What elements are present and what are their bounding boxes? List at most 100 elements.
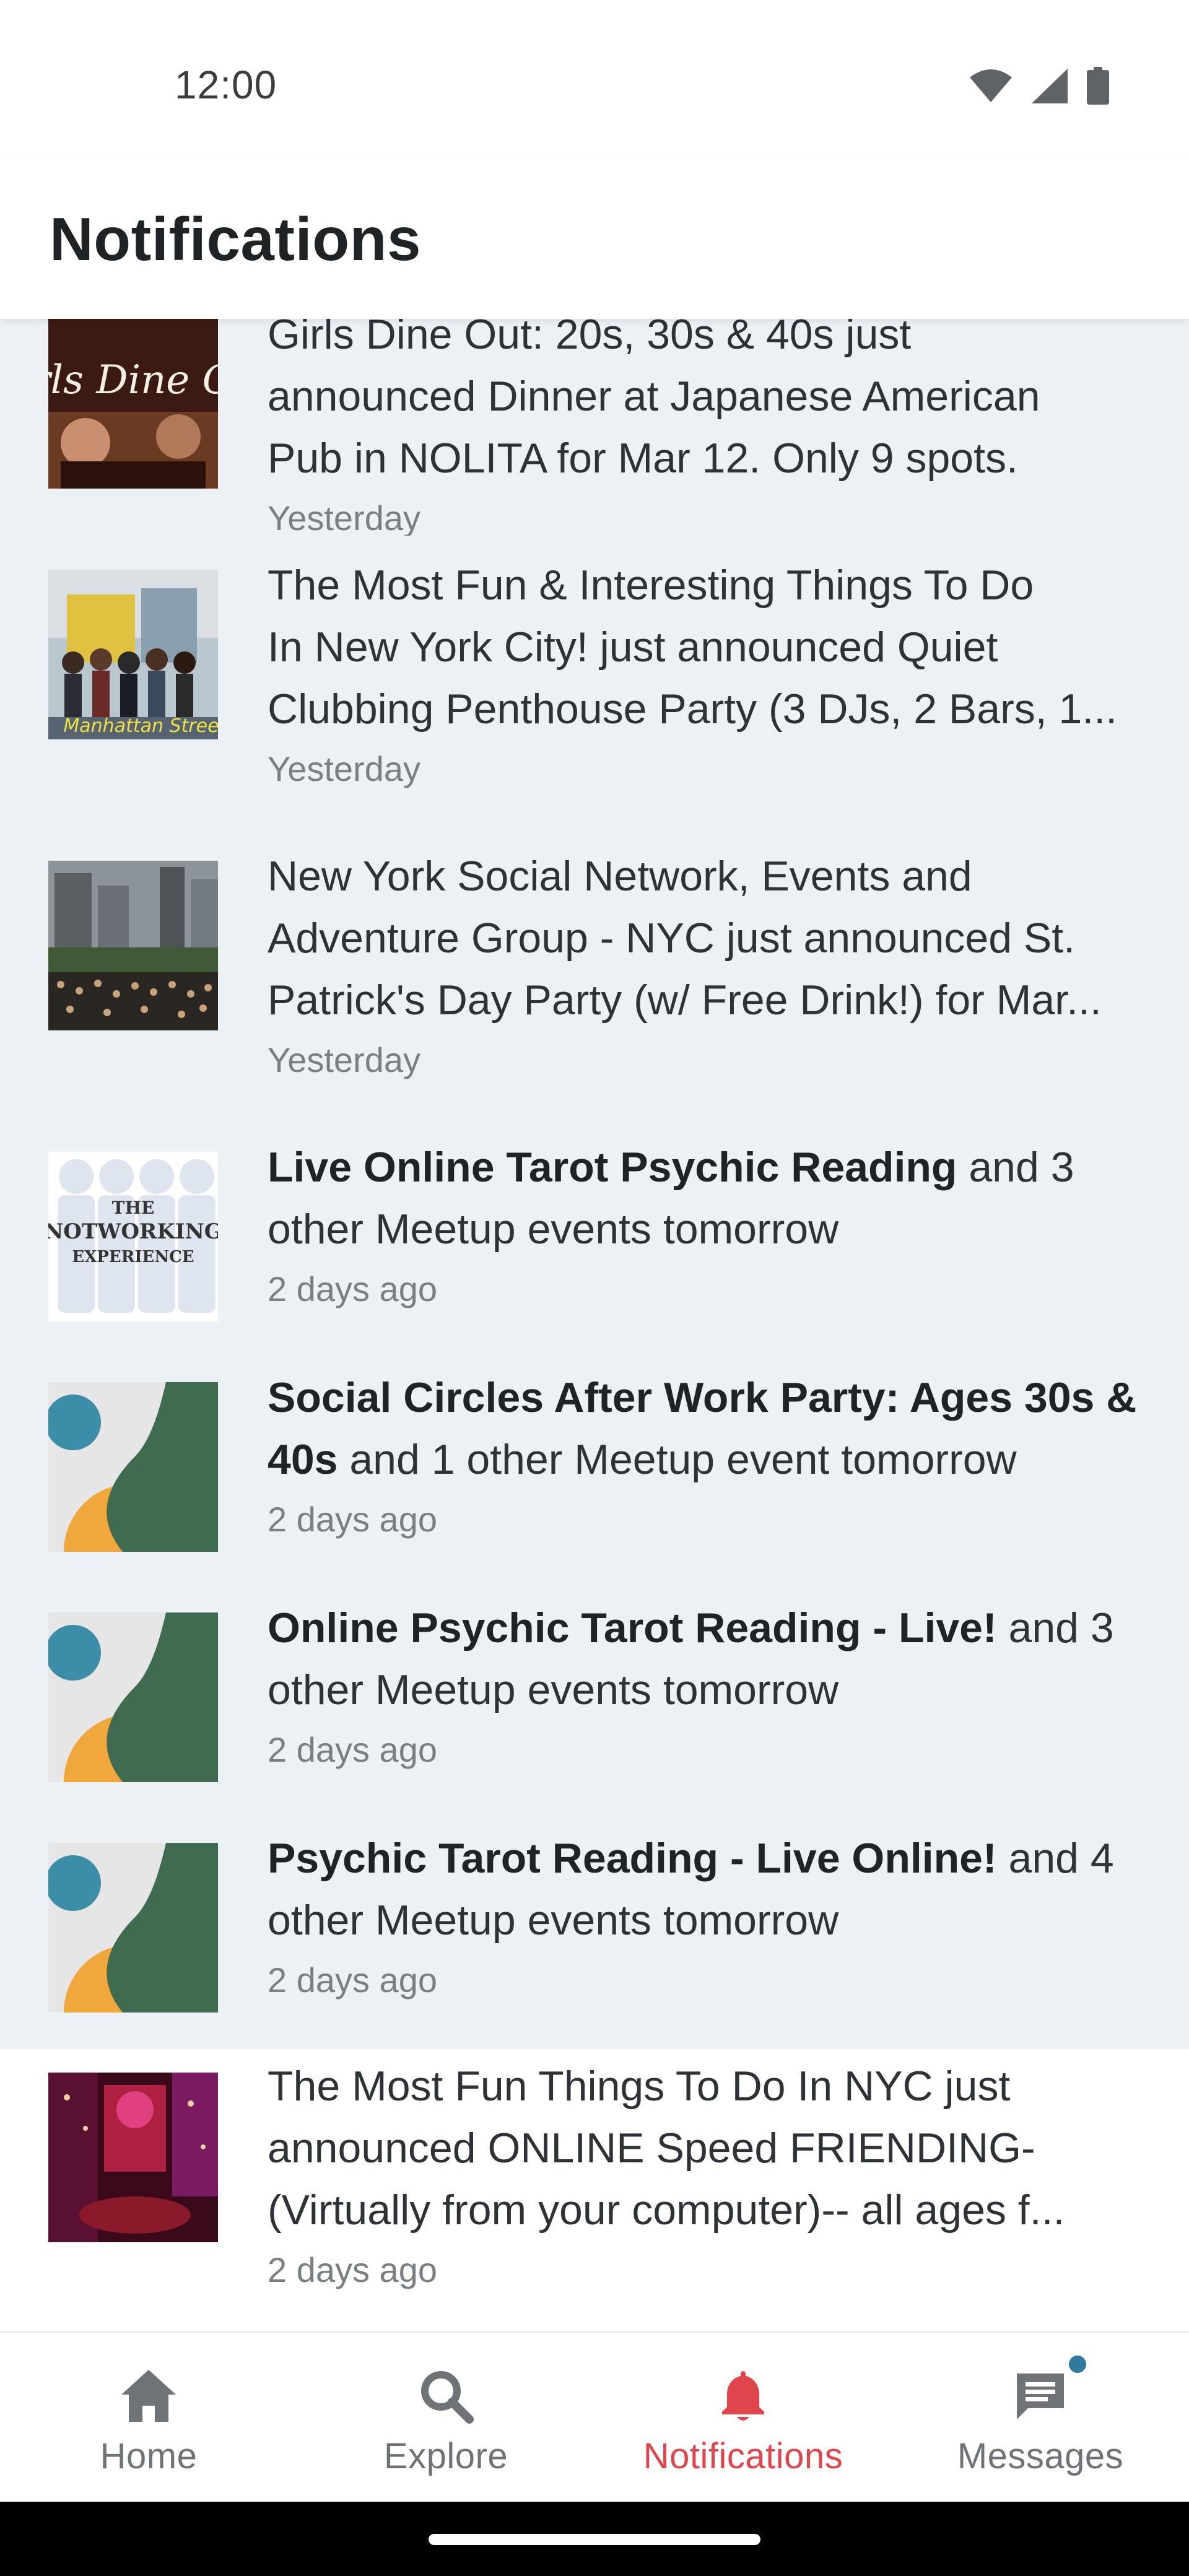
status-bar: 12:00 [0, 0, 1189, 155]
logo-text-experience: EXPERIENCE [72, 1248, 194, 1266]
notification-plain-text: Clubbing Penthouse Party (3 DJs, 2 Bars,… [268, 685, 1118, 733]
notification-thumbnail [48, 861, 218, 1030]
notification-item[interactable]: Social Circles After Work Party: Ages 30… [0, 1348, 1189, 1578]
notification-lines: The Most Fun Things To Do In NYC just an… [268, 2055, 1141, 2241]
notification-line: New York Social Network, Events and [268, 845, 1141, 907]
notification-bold-text: Social Circles After Work Party: Ages 30… [268, 1374, 1137, 1421]
thumbnail-script-text: rls Dine O [48, 357, 218, 403]
meetup-default-graphic [48, 1612, 218, 1782]
notification-line: Online Psychic Tarot Reading - Live! and… [268, 1597, 1141, 1659]
notification-line: Patrick's Day Party (w/ Free Drink!) for… [268, 969, 1141, 1031]
nav-label-messages: Messages [957, 2436, 1124, 2476]
notification-lines: Psychic Tarot Reading - Live Online! and… [268, 1827, 1141, 1951]
notification-plain-text: and 3 [957, 1144, 1074, 1191]
system-gesture-bar [0, 2502, 1189, 2576]
notification-time: 2 days ago [268, 2250, 437, 2289]
notification-item[interactable]: rls Dine O Girls Dine Out: 20s, 30s & 40… [0, 319, 1189, 537]
notification-text: Live Online Tarot Psychic Reading and 3 … [268, 1136, 1141, 1317]
notification-thumbnail [48, 1612, 218, 1782]
girls-dine-out-photo: rls Dine O [48, 319, 218, 489]
notification-plain-text: and 1 other Meetup event tomorrow [338, 1436, 1017, 1483]
penthouse-party-photo [48, 2073, 218, 2242]
notification-text: The Most Fun & Interesting Things To Do … [268, 554, 1141, 797]
notification-text: Girls Dine Out: 20s, 30s & 40s just anno… [268, 319, 1141, 546]
notification-lines: New York Social Network, Events and Adve… [268, 845, 1141, 1031]
notification-line: 40s and 1 other Meetup event tomorrow [268, 1429, 1141, 1490]
cellular-signal-icon [1032, 69, 1068, 103]
notification-plain-text: (Virtually from your computer)-- all age… [268, 2187, 1065, 2234]
notification-item[interactable]: Psychic Tarot Reading - Live Online! and… [0, 1809, 1189, 2049]
notification-thumbnail: THE NOTWORKING EXPERIENCE [48, 1152, 218, 1321]
notification-lines: The Most Fun & Interesting Things To Do … [268, 554, 1141, 740]
notification-lines: Online Psychic Tarot Reading - Live! and… [268, 1597, 1141, 1721]
notification-line: The Most Fun Things To Do In NYC just [268, 2055, 1141, 2117]
notification-item[interactable]: THE NOTWORKING EXPERIENCE Live Online Ta… [0, 1118, 1189, 1348]
notification-plain-text: New York Social Network, Events and [268, 853, 972, 900]
nav-item-messages[interactable]: Messages [892, 2333, 1189, 2502]
group-street-photo: Manhattan Stree [48, 570, 218, 739]
notification-plain-text: The Most Fun & Interesting Things To Do [268, 562, 1034, 609]
messages-badge [1065, 2352, 1090, 2377]
notification-line: Pub in NOLITA for Mar 12. Only 9 spots. [268, 427, 1141, 489]
notification-item[interactable]: Manhattan Stree The Most Fun & Interesti… [0, 536, 1189, 827]
status-time: 12:00 [175, 63, 277, 107]
notification-list[interactable]: rls Dine O Girls Dine Out: 20s, 30s & 40… [0, 319, 1189, 2331]
thumbnail-caption-text: Manhattan Stree [63, 715, 218, 737]
notification-text: Psychic Tarot Reading - Live Online! and… [268, 1827, 1141, 2008]
logo-text-the: THE [112, 1198, 155, 1218]
battery-icon [1087, 67, 1109, 105]
notification-plain-text: other Meetup events tomorrow [268, 1897, 839, 1944]
notification-line: other Meetup events tomorrow [268, 1198, 1141, 1260]
notification-line: Live Online Tarot Psychic Reading and 3 [268, 1136, 1141, 1198]
notification-line: In New York City! just announced Quiet [268, 616, 1141, 678]
notification-item[interactable]: Online Psychic Tarot Reading - Live! and… [0, 1578, 1189, 1809]
search-icon [421, 2371, 474, 2424]
bell-icon [722, 2371, 764, 2421]
notification-time: Yesterday [268, 1040, 420, 1079]
notification-thumbnail [48, 2073, 218, 2242]
notification-line: Adventure Group - NYC just announced St. [268, 907, 1141, 969]
notification-plain-text: other Meetup events tomorrow [268, 1666, 839, 1713]
notification-text: Online Psychic Tarot Reading - Live! and… [268, 1597, 1141, 1778]
nav-item-explore[interactable]: Explore [297, 2333, 594, 2502]
notification-line: (Virtually from your computer)-- all age… [268, 2179, 1141, 2241]
notification-plain-text: and 3 [996, 1604, 1114, 1651]
nav-item-notifications[interactable]: Notifications [594, 2333, 892, 2502]
notification-line: announced ONLINE Speed FRIENDING- [268, 2117, 1141, 2179]
home-icon [121, 2370, 176, 2422]
notification-line: Clubbing Penthouse Party (3 DJs, 2 Bars,… [268, 678, 1141, 740]
notification-time: 2 days ago [268, 1960, 437, 1999]
notification-bold-text: Online Psychic Tarot Reading - Live! [268, 1604, 997, 1651]
notifications-screen: 12:00 Notifications ls Dine Girls Dine O… [0, 0, 1189, 2576]
notification-line: Girls Dine Out: 20s, 30s & 40s just [268, 319, 1141, 365]
notification-line: other Meetup events tomorrow [268, 1889, 1141, 1951]
status-icons [969, 67, 1110, 105]
nav-label-home: Home [100, 2436, 198, 2476]
park-crowd-photo [48, 861, 218, 1030]
notification-plain-text: Pub in NOLITA for Mar 12. Only 9 spots. [268, 435, 1018, 482]
notification-thumbnail: rls Dine O [48, 319, 218, 489]
notification-bold-text: Live Online Tarot Psychic Reading [268, 1144, 957, 1191]
notification-line: announced Dinner at Japanese American [268, 365, 1141, 427]
notification-plain-text: and 4 [996, 1835, 1114, 1882]
home-gesture-handle[interactable] [429, 2534, 760, 2545]
notification-time: 2 days ago [268, 1730, 437, 1769]
notification-line: Psychic Tarot Reading - Live Online! and… [268, 1827, 1141, 1889]
notification-thumbnail [48, 1382, 218, 1552]
notification-text: New York Social Network, Events and Adve… [268, 845, 1141, 1088]
notification-plain-text: The Most Fun Things To Do In NYC just [268, 2063, 1011, 2110]
meetup-default-graphic [48, 1382, 218, 1552]
notification-plain-text: announced ONLINE Speed FRIENDING- [268, 2125, 1035, 2172]
notification-text: The Most Fun Things To Do In NYC just an… [268, 2055, 1141, 2298]
notification-item[interactable]: New York Social Network, Events and Adve… [0, 827, 1189, 1118]
bottom-navigation: Home Explore Notifications Messages [0, 2331, 1189, 2502]
nav-label-explore: Explore [383, 2436, 508, 2476]
wifi-icon [970, 69, 1012, 102]
nav-item-home[interactable]: Home [0, 2333, 297, 2502]
notification-plain-text: announced Dinner at Japanese American [268, 373, 1040, 420]
notification-item[interactable]: The Most Fun Things To Do In NYC just an… [0, 2049, 1189, 2331]
notification-time: Yesterday [268, 749, 420, 788]
notification-thumbnail [48, 1843, 218, 2012]
notification-time: 2 days ago [268, 1269, 437, 1308]
notification-line: The Most Fun & Interesting Things To Do [268, 554, 1141, 616]
